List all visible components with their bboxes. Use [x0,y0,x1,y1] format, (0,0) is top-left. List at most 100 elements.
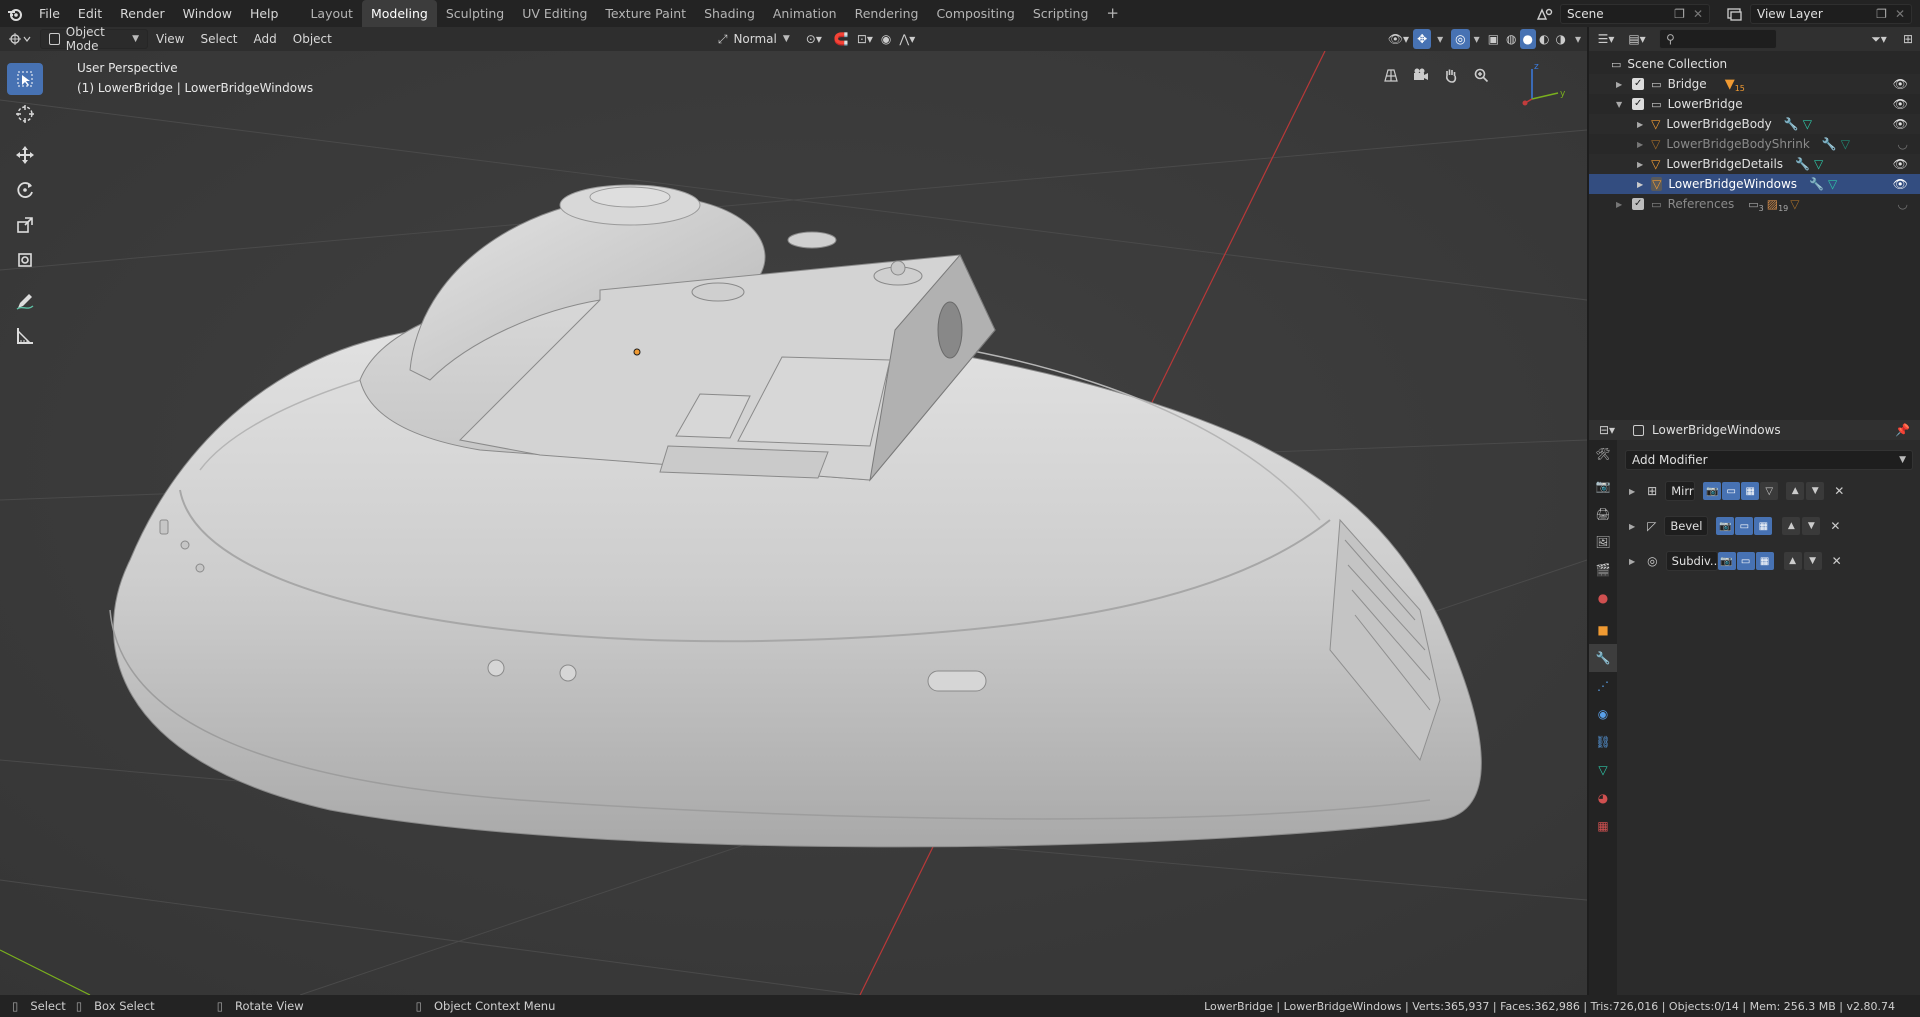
filter-icon[interactable]: ⏷▾ [1862,32,1896,47]
render-toggle-icon[interactable]: 📷 [1717,552,1736,570]
outliner-search-input[interactable]: ⚲ [1659,29,1777,49]
overlays-dropdown-icon[interactable]: ▾ [1470,29,1484,49]
scene-collection-row[interactable]: ▭ Scene Collection [1589,54,1920,74]
add-modifier-dropdown[interactable]: Add Modifier ▼ [1625,450,1913,470]
editor-type-icon[interactable] [0,32,40,46]
realtime-toggle-icon[interactable]: ▭ [1722,482,1741,500]
checkbox-icon[interactable]: ✓ [1632,98,1645,110]
outliner-row-lowerbridgewindows[interactable]: ▶ ▽ LowerBridgeWindows 🔧 ▽ 👁 [1589,174,1920,194]
eye-icon[interactable]: 👁 [1893,97,1908,111]
editmode-toggle-icon[interactable]: ▦ [1755,552,1774,570]
rotate-tool[interactable] [7,174,43,206]
tab-compositing[interactable]: Compositing [927,0,1023,27]
mesh-data-tab-icon[interactable]: ▽ [1589,756,1617,784]
scale-tool[interactable] [7,209,43,241]
modifier-name-field[interactable]: Subdiv.. [1665,551,1718,571]
camera-view-icon[interactable] [1409,63,1433,87]
eye-closed-icon[interactable]: ◡ [1898,137,1908,151]
outliner-row-lowerbridge[interactable]: ▼ ✓ ▭ LowerBridge 👁 [1589,94,1920,114]
proportional-edit-icon[interactable]: ◉ [877,29,895,49]
modifier-tab-icon[interactable]: 🔧 [1589,644,1617,672]
move-up-button[interactable]: ▲ [1782,517,1801,535]
menu-window[interactable]: Window [174,0,241,27]
remove-modifier-icon[interactable]: ✕ [1830,519,1840,533]
outliner-row-bridge[interactable]: ▶ ✓ ▭ Bridge ▼ 15 👁 [1589,74,1920,94]
outliner-editor-icon[interactable]: ☰▾ [1589,32,1623,46]
eye-icon[interactable]: 👁 [1893,157,1908,171]
realtime-toggle-icon[interactable]: ▭ [1735,517,1754,535]
view-layer-tab-icon[interactable]: 🖼 [1589,528,1617,556]
modifier-name-field[interactable]: Mirr [1665,481,1696,501]
view-layer-icon[interactable] [1720,7,1750,21]
render-tab-icon[interactable]: 📷 [1589,472,1617,500]
object-tab-icon[interactable]: ■ [1589,616,1617,644]
menu-add[interactable]: Add [246,29,285,49]
display-mode-icon[interactable]: ▤▾ [1623,32,1651,46]
orientation-dropdown[interactable]: ⤢ Normal ▼ [710,29,798,49]
eye-icon[interactable]: 👁 [1893,177,1908,191]
tab-rendering[interactable]: Rendering [846,0,928,27]
modifier-name-field[interactable]: Bevel [1664,516,1709,536]
expand-arrow-icon[interactable]: ▶ [1616,200,1622,209]
properties-editor-icon[interactable]: ⊟▾ [1589,423,1625,437]
eye-icon[interactable]: 👁 [1893,117,1908,131]
zoom-icon[interactable] [1469,63,1493,87]
copy-icon[interactable]: ❐ [1876,7,1887,21]
annotate-tool[interactable] [7,285,43,317]
mode-dropdown[interactable]: Object Mode ▼ [40,25,148,53]
editmode-toggle-icon[interactable]: ▦ [1741,482,1760,500]
checkbox-icon[interactable]: ✓ [1632,78,1645,90]
expand-arrow-icon[interactable]: ▶ [1629,557,1635,566]
tab-uv-editing[interactable]: UV Editing [513,0,596,27]
physics-tab-icon[interactable]: ◉ [1589,700,1617,728]
close-icon[interactable]: ✕ [1693,7,1703,21]
outliner-row-references[interactable]: ▶ ✓ ▭ References ▭ 3 ▨ 19 ▽ ◡ [1589,194,1920,214]
shading-solid-icon[interactable]: ● [1519,29,1536,49]
tab-animation[interactable]: Animation [764,0,846,27]
menu-view[interactable]: View [148,29,192,49]
pan-hand-icon[interactable] [1439,63,1463,87]
pivot-point-icon[interactable]: ⊙▾ [798,29,830,49]
move-down-button[interactable]: ▼ [1806,482,1825,500]
menu-help[interactable]: Help [241,0,288,27]
gizmo-toggle-icon[interactable]: ✥ [1413,29,1432,49]
world-tab-icon[interactable]: ● [1589,584,1617,612]
shading-material-icon[interactable]: ◐ [1536,29,1552,49]
constraints-tab-icon[interactable]: ⛓ [1589,728,1617,756]
expand-arrow-icon[interactable]: ▶ [1637,160,1643,169]
outliner-row-lowerbridgedetails[interactable]: ▶ ▽ LowerBridgeDetails 🔧 ▽ 👁 [1589,154,1920,174]
move-up-button[interactable]: ▲ [1783,552,1802,570]
visibility-icon[interactable]: 👁▾ [1384,29,1413,49]
realtime-toggle-icon[interactable]: ▭ [1736,552,1755,570]
tab-layout[interactable]: Layout [301,0,362,27]
overlays-toggle-icon[interactable]: ◎ [1451,29,1470,49]
menu-object[interactable]: Object [285,29,340,49]
eye-icon[interactable]: 👁 [1893,77,1908,91]
outliner-row-lowerbridgebodyshrink[interactable]: ▶ ▽ LowerBridgeBodyShrink 🔧 ▽ ◡ [1589,134,1920,154]
menu-file[interactable]: File [30,0,69,27]
3d-viewport[interactable]: User Perspective (1) LowerBridge | Lower… [0,51,1587,995]
move-down-button[interactable]: ▼ [1803,552,1822,570]
xray-icon[interactable]: ▣ [1484,29,1503,49]
tab-texture-paint[interactable]: Texture Paint [596,0,695,27]
remove-modifier-icon[interactable]: ✕ [1832,554,1842,568]
tab-scripting[interactable]: Scripting [1024,0,1098,27]
expand-arrow-icon[interactable]: ▶ [1637,140,1643,149]
gizmo-dropdown-icon[interactable]: ▾ [1433,29,1447,49]
measure-tool[interactable] [7,320,43,352]
copy-icon[interactable]: ❐ [1674,7,1685,21]
toggle-perspective-icon[interactable] [1379,63,1403,87]
output-tab-icon[interactable]: 🖨 [1589,500,1617,528]
collapse-arrow-icon[interactable]: ▼ [1616,100,1622,109]
move-down-button[interactable]: ▼ [1802,517,1821,535]
view-layer-field[interactable]: View Layer ❐ ✕ [1750,3,1912,24]
edit-mode-toggle-icon[interactable]: 📷 [1703,482,1722,500]
cursor-tool[interactable] [7,98,43,130]
tab-shading[interactable]: Shading [695,0,764,27]
move-tool[interactable] [7,139,43,171]
snap-target-icon[interactable]: ⊡▾ [853,29,877,49]
menu-render[interactable]: Render [111,0,174,27]
new-collection-icon[interactable]: ⊞ [1896,32,1920,46]
expand-arrow-icon[interactable]: ▶ [1629,522,1635,531]
outliner-row-lowerbridgebody[interactable]: ▶ ▽ LowerBridgeBody 🔧 ▽ 👁 [1589,114,1920,134]
